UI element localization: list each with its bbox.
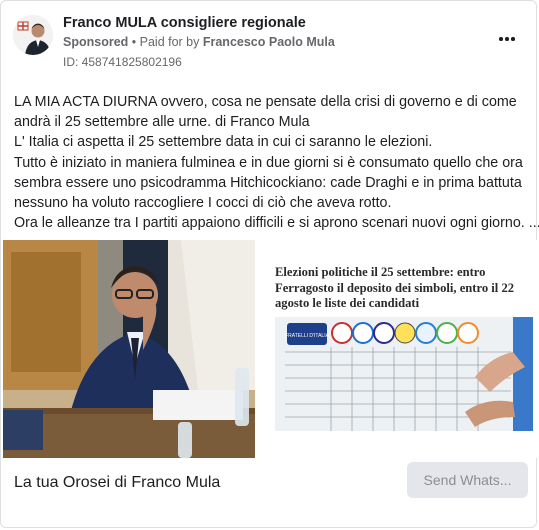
news-headline: Elezioni politiche il 25 settembre: entr… — [275, 265, 535, 312]
headline-line: Elezioni politiche il 25 settembre: entr… — [275, 265, 486, 279]
post-body: LA MIA ACTA DIURNA ovvero, cosa ne pensa… — [14, 92, 539, 233]
more-options-button[interactable] — [495, 29, 519, 49]
ad-image-left[interactable] — [3, 240, 255, 458]
body-line: Ora le alleanze tra I partiti appaiono d… — [14, 215, 539, 232]
body-line: Tutto è iniziato in maniera fulminea e i… — [14, 154, 523, 171]
paid-for-prefix: Paid for by — [139, 35, 203, 49]
ad-card: Franco MULA consigliere regionale Sponso… — [0, 0, 539, 528]
avatar-portrait — [13, 15, 53, 55]
payer-link[interactable]: Francesco Paolo Mula — [203, 35, 335, 49]
sponsored-label: Sponsored — [63, 35, 129, 49]
send-whatsapp-button[interactable]: Send Whats... — [407, 462, 528, 498]
more-dot — [511, 37, 515, 41]
ballot-poster-photo: FRATELLI D'ITALIA — [275, 317, 533, 431]
separator-dot: • — [128, 35, 140, 49]
headline-line: agosto le liste dei candidati — [275, 296, 420, 310]
poster-label: FRATELLI D'ITALIA — [285, 333, 330, 339]
body-line: L' Italia ci aspetta il 25 settembre dat… — [14, 134, 433, 151]
body-line: nessuno ha voluto raccogliere I cocci di… — [14, 195, 392, 212]
body-line: andrà il 25 settembre alle urne. di Fran… — [14, 114, 310, 131]
sponsored-line: Sponsored • Paid for by Francesco Paolo … — [63, 35, 335, 49]
headline-line: Ferragosto il deposito dei simboli, entr… — [275, 280, 515, 295]
page-name-link[interactable]: Franco MULA consigliere regionale — [63, 15, 306, 31]
ad-id: ID: 458741825802196 — [63, 55, 182, 69]
ad-image-right[interactable]: Elezioni politiche il 25 settembre: entr… — [261, 240, 537, 458]
body-line: LA MIA ACTA DIURNA ovvero, cosa ne pensa… — [14, 94, 517, 110]
more-horizontal-icon — [499, 37, 503, 41]
more-dot — [505, 37, 509, 41]
body-line: sembra essere uno psicodramma Hitchicock… — [14, 174, 522, 191]
photo-politician — [3, 240, 255, 458]
page-avatar[interactable] — [13, 15, 53, 55]
link-title[interactable]: La tua Orosei di Franco Mula — [14, 474, 220, 492]
